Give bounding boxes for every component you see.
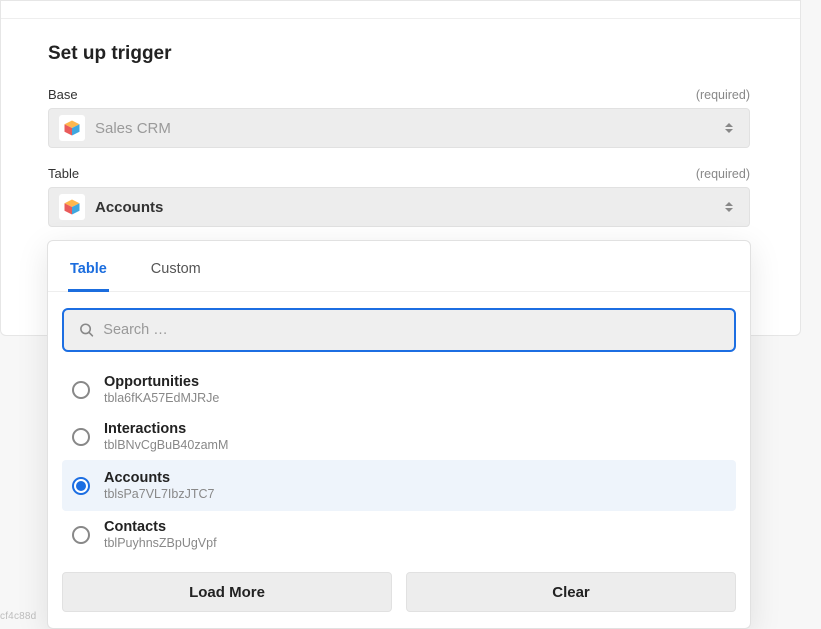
option-label: Accounts	[104, 470, 214, 486]
table-label: Table	[48, 166, 79, 181]
search-field[interactable]	[62, 308, 736, 352]
dropdown-tabs: Table Custom	[48, 253, 750, 292]
search-icon	[78, 321, 95, 339]
radio-icon	[72, 526, 90, 544]
clear-button[interactable]: Clear	[406, 572, 736, 612]
base-required: (required)	[696, 88, 750, 102]
tab-table[interactable]: Table	[68, 253, 109, 292]
card-header-divider	[1, 1, 800, 19]
option-id: tblsPa7VL7IbzJTC7	[104, 487, 214, 501]
airtable-icon	[59, 194, 85, 220]
page-title: Set up trigger	[48, 43, 750, 65]
tab-custom[interactable]: Custom	[149, 253, 203, 292]
option-contacts[interactable]: Contacts tblPuyhnsZBpUgVpf	[62, 511, 736, 558]
load-more-button[interactable]: Load More	[62, 572, 392, 612]
chevron-updown-icon	[725, 199, 735, 215]
table-dropdown: Table Custom Opportunities tbla6fKA57EdM…	[47, 240, 751, 629]
option-label: Interactions	[104, 421, 228, 437]
option-id: tblPuyhnsZBpUgVpf	[104, 536, 217, 550]
build-hash: cf4c88d	[0, 611, 36, 622]
option-label: Contacts	[104, 519, 217, 535]
radio-icon	[72, 428, 90, 446]
search-input[interactable]	[103, 322, 720, 338]
option-opportunities[interactable]: Opportunities tbla6fKA57EdMJRJe	[62, 366, 736, 413]
field-table: Table (required) Accounts	[48, 166, 750, 227]
chevron-updown-icon	[725, 120, 735, 136]
field-base: Base (required) Sales CRM	[48, 87, 750, 148]
table-required: (required)	[696, 167, 750, 181]
options-list: Opportunities tbla6fKA57EdMJRJe Interact…	[62, 366, 736, 558]
option-interactions[interactable]: Interactions tblBNvCgBuB40zamM	[62, 413, 736, 460]
airtable-icon	[59, 115, 85, 141]
option-label: Opportunities	[104, 374, 219, 390]
option-id: tbla6fKA57EdMJRJe	[104, 391, 219, 405]
base-label: Base	[48, 87, 78, 102]
radio-icon	[72, 381, 90, 399]
option-accounts[interactable]: Accounts tblsPa7VL7IbzJTC7	[62, 460, 736, 511]
base-select[interactable]: Sales CRM	[48, 108, 750, 148]
table-select[interactable]: Accounts	[48, 187, 750, 227]
radio-icon	[72, 477, 90, 495]
option-id: tblBNvCgBuB40zamM	[104, 438, 228, 452]
base-value: Sales CRM	[95, 120, 739, 137]
table-value: Accounts	[95, 199, 739, 216]
